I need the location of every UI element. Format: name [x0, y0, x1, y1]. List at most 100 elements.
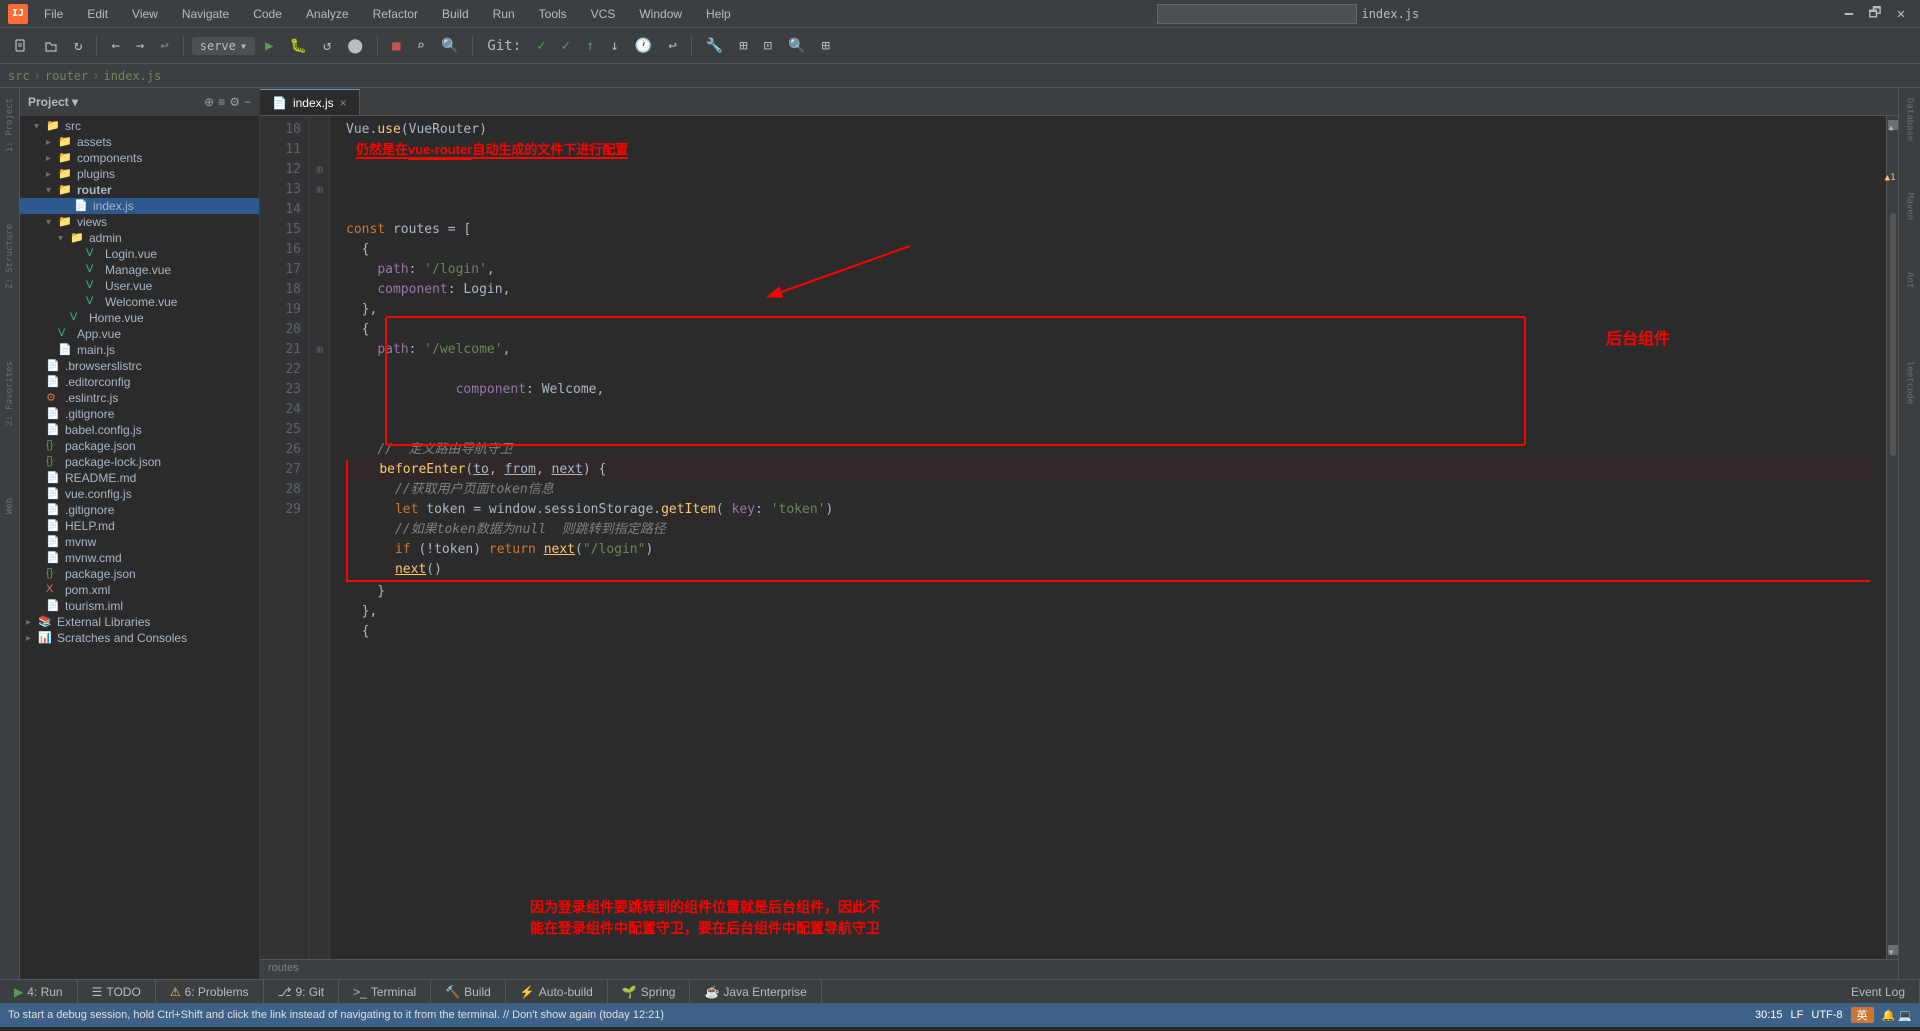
- tree-item-index-js[interactable]: 📄index.js: [20, 198, 259, 214]
- open-button[interactable]: [38, 37, 64, 55]
- statusbar-charset[interactable]: UTF-8: [1811, 1009, 1842, 1021]
- git-check1[interactable]: ✓: [531, 36, 551, 56]
- minimize-button[interactable]: 🗕: [1838, 3, 1860, 25]
- tab-terminal[interactable]: >_ Terminal: [339, 980, 431, 1004]
- serve-dropdown[interactable]: serve ▾: [192, 37, 255, 55]
- tab-spring[interactable]: 🌱 Spring: [608, 980, 691, 1004]
- git-history[interactable]: 🕐: [629, 36, 658, 56]
- forward-button[interactable]: →: [130, 36, 150, 56]
- back-button[interactable]: ←: [105, 36, 125, 56]
- tree-item-babel[interactable]: 📄babel.config.js: [20, 422, 259, 438]
- tree-item-editorconfig[interactable]: 📄.editorconfig: [20, 374, 259, 390]
- tree-item-mvnw[interactable]: 📄mvnw: [20, 534, 259, 550]
- git-check2[interactable]: ✓: [556, 36, 576, 56]
- sidebar-icon-project[interactable]: 1: Project: [3, 92, 17, 158]
- menu-view[interactable]: View: [124, 5, 166, 23]
- close-button[interactable]: ✕: [1890, 3, 1912, 25]
- tree-item-vue-config[interactable]: 📄vue.config.js: [20, 486, 259, 502]
- tree-item-mvnw-cmd[interactable]: 📄mvnw.cmd: [20, 550, 259, 566]
- search-button[interactable]: ⌕: [411, 36, 431, 56]
- sync-button[interactable]: ↻: [68, 36, 88, 56]
- tree-item-package-json2[interactable]: {}package.json: [20, 566, 259, 582]
- tab-build[interactable]: 🔨 Build: [431, 980, 506, 1004]
- sidebar-icon-web[interactable]: Web: [3, 492, 17, 520]
- breadcrumb-src[interactable]: src: [8, 69, 30, 83]
- menu-refactor[interactable]: Refactor: [365, 5, 426, 23]
- tree-item-src[interactable]: ▾📁src: [20, 118, 259, 134]
- menu-analyze[interactable]: Analyze: [298, 5, 357, 23]
- statusbar-position[interactable]: 30:15: [1755, 1009, 1783, 1021]
- coverage-button[interactable]: ⬤: [341, 36, 369, 56]
- maximize-button[interactable]: 🗗: [1864, 3, 1886, 25]
- tree-item-manage-vue[interactable]: VManage.vue: [20, 262, 259, 278]
- tree-item-components[interactable]: ▸📁components: [20, 150, 259, 166]
- git-pull[interactable]: ↓: [604, 36, 624, 56]
- menu-code[interactable]: Code: [245, 5, 290, 23]
- tree-item-help[interactable]: 📄HELP.md: [20, 518, 259, 534]
- panel-leetcode[interactable]: leetcode: [1903, 355, 1917, 410]
- structure-button[interactable]: ⊞: [733, 36, 753, 56]
- settings-icon[interactable]: ⚙: [229, 95, 240, 109]
- tree-item-external-libraries[interactable]: ▸📚External Libraries: [20, 614, 259, 630]
- run-button[interactable]: ▶: [259, 36, 279, 56]
- tree-item-scratches[interactable]: ▸📊Scratches and Consoles: [20, 630, 259, 646]
- tab-close-icon[interactable]: ×: [340, 96, 347, 110]
- menu-help[interactable]: Help: [698, 5, 739, 23]
- tree-item-router[interactable]: ▾📁router: [20, 182, 259, 198]
- git-push[interactable]: ↑: [580, 36, 600, 56]
- find-button[interactable]: 🔍: [782, 36, 811, 56]
- tree-item-app-vue[interactable]: VApp.vue: [20, 326, 259, 342]
- menu-build[interactable]: Build: [434, 5, 477, 23]
- code-content[interactable]: Vue.use(VueRouter) 仍然是在vue-router自动生成的文件…: [330, 116, 1886, 959]
- tab-problems[interactable]: ⚠ 6: Problems: [156, 980, 264, 1004]
- tab-auto-build[interactable]: ⚡ Auto-build: [506, 980, 608, 1004]
- tree-item-login-vue[interactable]: VLogin.vue: [20, 246, 259, 262]
- tree-item-package-lock[interactable]: {}package-lock.json: [20, 454, 259, 470]
- tree-item-tourism[interactable]: 📄tourism.iml: [20, 598, 259, 614]
- tab-todo[interactable]: ☰ TODO: [78, 980, 156, 1004]
- breadcrumb-router[interactable]: router: [45, 69, 88, 83]
- more-button[interactable]: ⊞: [816, 36, 836, 56]
- panel-database[interactable]: Database: [1903, 92, 1917, 147]
- tree-item-browserslistrc[interactable]: 📄.browserslistrc: [20, 358, 259, 374]
- tree-item-views[interactable]: ▾📁views: [20, 214, 259, 230]
- stop-button[interactable]: ■: [386, 36, 406, 56]
- new-file-button[interactable]: [8, 37, 34, 55]
- scrollbar-thumb[interactable]: [1890, 213, 1896, 456]
- scrollbar-down[interactable]: ▾: [1888, 945, 1898, 955]
- search-input[interactable]: [1157, 4, 1357, 24]
- tree-item-gitignore[interactable]: 📄.gitignore: [20, 406, 259, 422]
- breadcrumb-file[interactable]: index.js: [104, 69, 162, 83]
- tree-item-readme[interactable]: 📄README.md: [20, 470, 259, 486]
- menu-tools[interactable]: Tools: [531, 5, 575, 23]
- menu-vcs[interactable]: VCS: [583, 5, 624, 23]
- tree-item-user-vue[interactable]: VUser.vue: [20, 278, 259, 294]
- sidebar-icon-structure[interactable]: Z: Structure: [3, 218, 17, 295]
- tree-item-pom[interactable]: Xpom.xml: [20, 582, 259, 598]
- sidebar-icon-favorites[interactable]: 2: Favorites: [3, 355, 17, 432]
- tab-git[interactable]: ⎇ 9: Git: [264, 980, 340, 1004]
- statusbar-lf[interactable]: LF: [1791, 1009, 1804, 1021]
- tab-run[interactable]: ▶ 4: Run: [0, 980, 78, 1004]
- tree-item-eslintrc[interactable]: ⚙.eslintrc.js: [20, 390, 259, 406]
- inspect-button[interactable]: 🔍: [435, 36, 464, 56]
- menu-file[interactable]: File: [36, 5, 71, 23]
- tree-item-gitignore2[interactable]: 📄.gitignore: [20, 502, 259, 518]
- tree-item-assets[interactable]: ▸📁assets: [20, 134, 259, 150]
- tree-item-plugins[interactable]: ▸📁plugins: [20, 166, 259, 182]
- sort-icon[interactable]: ≡: [218, 95, 225, 109]
- reload-button[interactable]: ↺: [317, 36, 337, 56]
- settings-button[interactable]: 🔧: [700, 36, 729, 56]
- scrollbar-up[interactable]: ▴: [1888, 120, 1898, 130]
- locate-icon[interactable]: ⊕: [204, 95, 214, 109]
- tree-item-main-js[interactable]: 📄main.js: [20, 342, 259, 358]
- tab-java[interactable]: ☕ Java Enterprise: [690, 980, 821, 1004]
- menu-navigate[interactable]: Navigate: [174, 5, 237, 23]
- menu-window[interactable]: Window: [631, 5, 690, 23]
- panel-maven[interactable]: Maven: [1903, 187, 1917, 226]
- tree-item-admin[interactable]: ▾📁admin: [20, 230, 259, 246]
- menu-run[interactable]: Run: [485, 5, 523, 23]
- tab-event-log[interactable]: Event Log: [1837, 980, 1920, 1004]
- tree-item-home-vue[interactable]: VHome.vue: [20, 310, 259, 326]
- bookmark-button[interactable]: ⊡: [758, 36, 778, 56]
